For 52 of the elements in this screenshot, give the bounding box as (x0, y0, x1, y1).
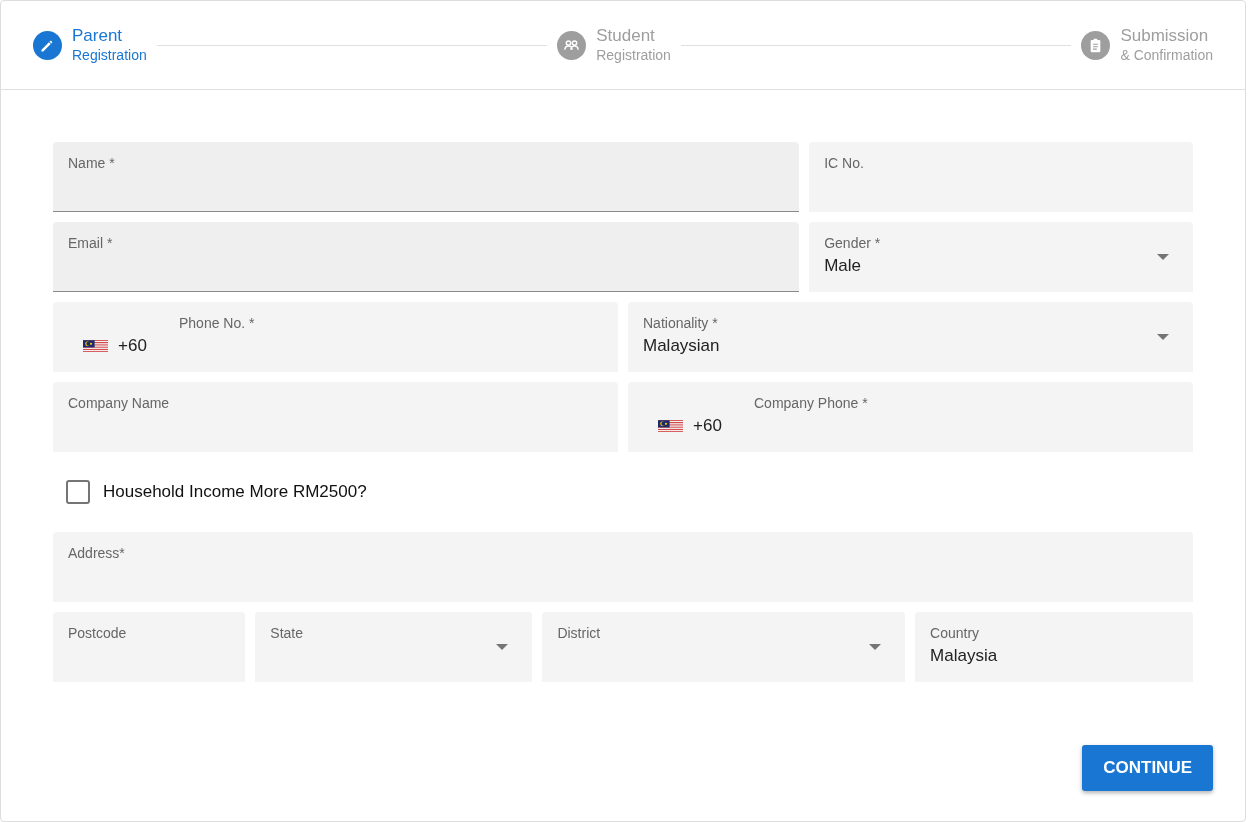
field-value: Malaysia (930, 645, 998, 667)
field-label: District (557, 624, 602, 642)
field-label: State (270, 624, 305, 642)
field-label: Gender * (824, 234, 882, 252)
field-value: +60 (118, 335, 147, 357)
field-value: +60 (693, 415, 722, 437)
input-field[interactable]: Address* (53, 532, 1193, 602)
caret-icon (869, 644, 882, 650)
input-field[interactable]: Country Malaysia (915, 612, 1193, 682)
field-label: Address* (68, 544, 126, 562)
flag-icon (658, 419, 683, 433)
field-label: Email * (68, 234, 114, 252)
select-field[interactable]: District (542, 612, 906, 682)
caret-icon (1157, 334, 1169, 340)
field-value: Malaysian (643, 335, 720, 357)
step-title: Submission (1120, 26, 1210, 46)
select-field[interactable]: State (255, 612, 533, 682)
field-label: Phone No. * (178, 314, 256, 332)
field-value: Male (824, 255, 862, 277)
step-subtitle: & Confirmation (1120, 46, 1213, 64)
step-subtitle: Registration (596, 46, 671, 64)
input-field[interactable]: IC No. (809, 142, 1193, 212)
field-label: Company Name (68, 394, 171, 412)
input-field[interactable]: Email * (53, 222, 800, 292)
continue-button[interactable]: CONTINUE (1082, 745, 1213, 791)
input-field[interactable]: Postcode (53, 612, 246, 682)
field-label: Nationality * (643, 314, 719, 332)
caret-icon (1157, 254, 1169, 260)
phone-field[interactable]: Company Phone * +60 (628, 382, 1193, 452)
step-subtitle: Registration (72, 46, 147, 64)
stepper-step[interactable]: Student Registration (557, 26, 671, 64)
field-label: Name * (68, 154, 116, 172)
input-field[interactable]: Company Name (53, 382, 618, 452)
caret-icon (496, 644, 509, 650)
pencil-icon (33, 30, 62, 60)
select-field[interactable]: Gender * Male (809, 222, 1193, 292)
step-title: Parent (72, 26, 124, 46)
checkbox-label: Household Income More RM2500? (103, 482, 367, 502)
field-label: Postcode (68, 624, 128, 642)
step-title: Student (596, 26, 656, 46)
select-field[interactable]: Nationality * Malaysian (628, 302, 1193, 372)
stepper-step[interactable]: Submission & Confirmation (1081, 26, 1213, 64)
field-label: Country (930, 624, 981, 642)
people-icon (557, 30, 587, 60)
phone-field[interactable]: Phone No. * +60 (53, 302, 618, 372)
input-field[interactable]: Name * (53, 142, 800, 212)
checkbox[interactable] (66, 480, 90, 504)
flag-icon (83, 339, 108, 353)
stepper-step[interactable]: Parent Registration (33, 26, 147, 64)
field-label: Company Phone * (753, 394, 869, 412)
clipboard-icon (1081, 30, 1111, 60)
field-label: IC No. (824, 154, 865, 172)
